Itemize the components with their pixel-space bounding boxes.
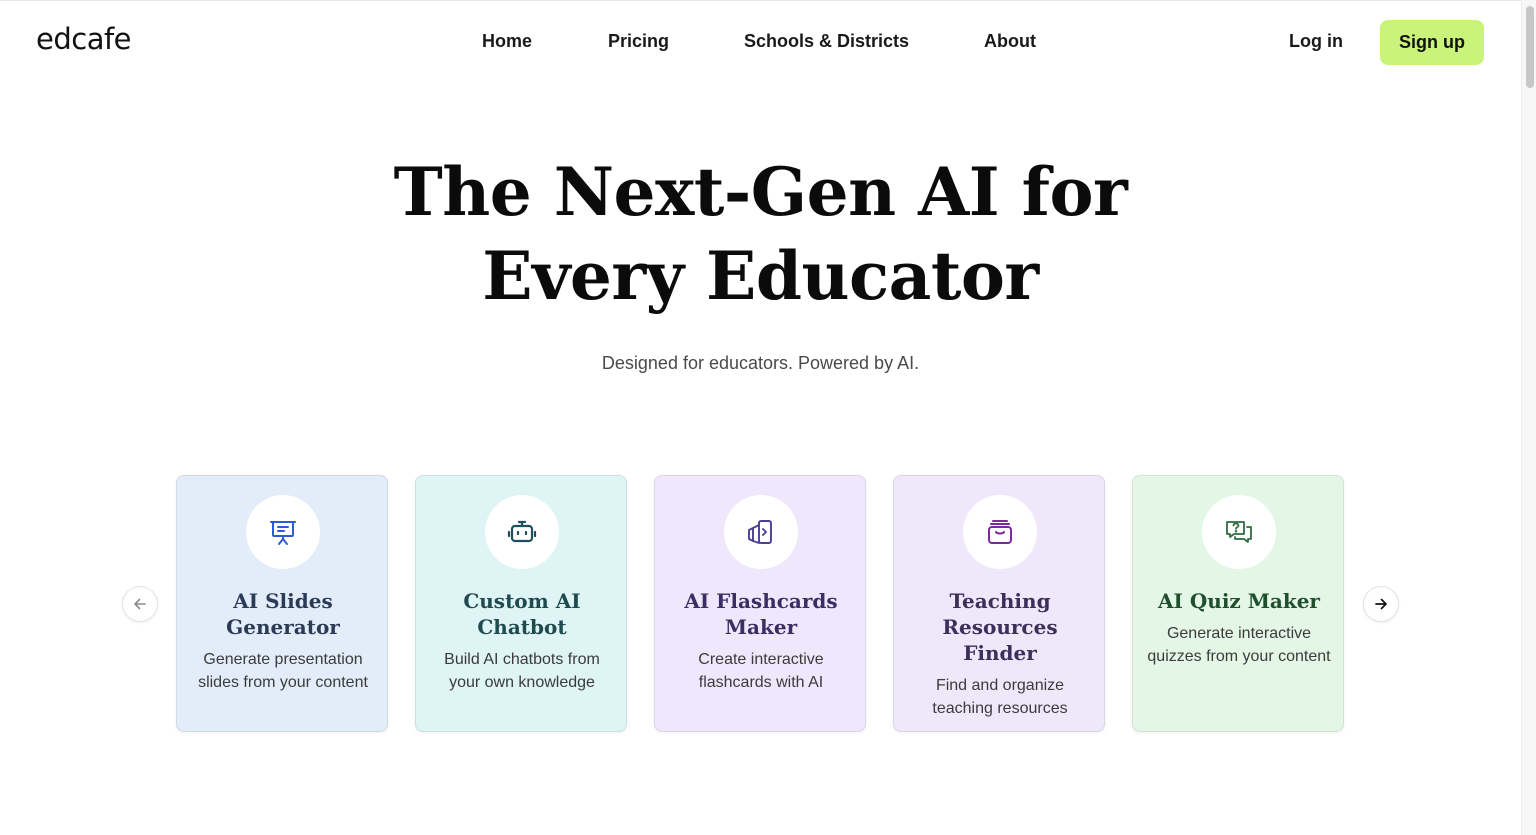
card-description: Generate interactive quizzes from your c… — [1147, 625, 1331, 665]
card-ai-slides-generator[interactable]: AI Slides Generator Generate presentatio… — [176, 475, 388, 732]
arrow-left-icon — [134, 598, 146, 610]
hero-title-line2: Every Educator — [482, 237, 1039, 315]
card-description: Build AI chatbots from your own knowledg… — [444, 651, 600, 691]
carousel-next-button[interactable] — [1363, 586, 1399, 622]
card-title: AI Quiz Maker — [1158, 589, 1320, 613]
nav-schools-districts[interactable]: Schools & Districts — [744, 31, 909, 52]
scrollbar-thumb[interactable] — [1526, 6, 1534, 88]
nav-home[interactable]: Home — [482, 31, 532, 52]
card-title: Custom AI Chatbot — [463, 589, 581, 639]
presentation-board-icon — [270, 521, 296, 545]
card-title: Teaching Resources Finder — [942, 589, 1058, 665]
hero-title: The Next-Gen AI for Every Educator — [0, 150, 1521, 318]
login-link[interactable]: Log in — [1289, 31, 1343, 52]
signup-button[interactable]: Sign up — [1380, 20, 1484, 65]
top-divider — [0, 0, 1521, 1]
card-teaching-resources-finder[interactable]: Teaching Resources Finder Find and organ… — [893, 475, 1105, 732]
card-title: AI Slides Generator — [226, 589, 340, 639]
carousel-prev-button[interactable] — [122, 586, 158, 622]
card-description: Generate presentation slides from your c… — [198, 651, 368, 691]
card-icon-circle — [1202, 495, 1276, 569]
card-ai-flashcards-maker[interactable]: AI Flashcards Maker Create interactive f… — [654, 475, 866, 732]
robot-icon — [507, 520, 537, 543]
card-icon-circle — [724, 495, 798, 569]
nav-pricing[interactable]: Pricing — [608, 31, 669, 52]
archive-box-icon — [988, 520, 1012, 544]
card-icon-circle — [963, 495, 1037, 569]
hero-title-line1: The Next-Gen AI for — [393, 153, 1128, 231]
arrow-right-icon — [1375, 598, 1387, 610]
card-description: Find and organize teaching resources — [932, 677, 1068, 717]
card-description: Create interactive flashcards with AI — [698, 651, 824, 691]
card-icon-circle — [246, 495, 320, 569]
nav-about[interactable]: About — [984, 31, 1036, 52]
page-scrollbar[interactable] — [1521, 0, 1536, 835]
hero-subtitle: Designed for educators. Powered by AI. — [601, 353, 920, 373]
edcafe-logo[interactable]: edcafe — [36, 22, 132, 56]
flashcards-icon — [748, 520, 772, 544]
card-custom-ai-chatbot[interactable]: Custom AI Chatbot Build AI chatbots from… — [415, 475, 627, 732]
page: edcafe Home Pricing Schools & Districts … — [0, 0, 1536, 835]
card-ai-quiz-maker[interactable]: AI Quiz Maker Generate interactive quizz… — [1132, 475, 1344, 732]
card-icon-circle — [485, 495, 559, 569]
card-title: AI Flashcards Maker — [684, 589, 838, 639]
question-chat-icon — [1226, 521, 1252, 543]
